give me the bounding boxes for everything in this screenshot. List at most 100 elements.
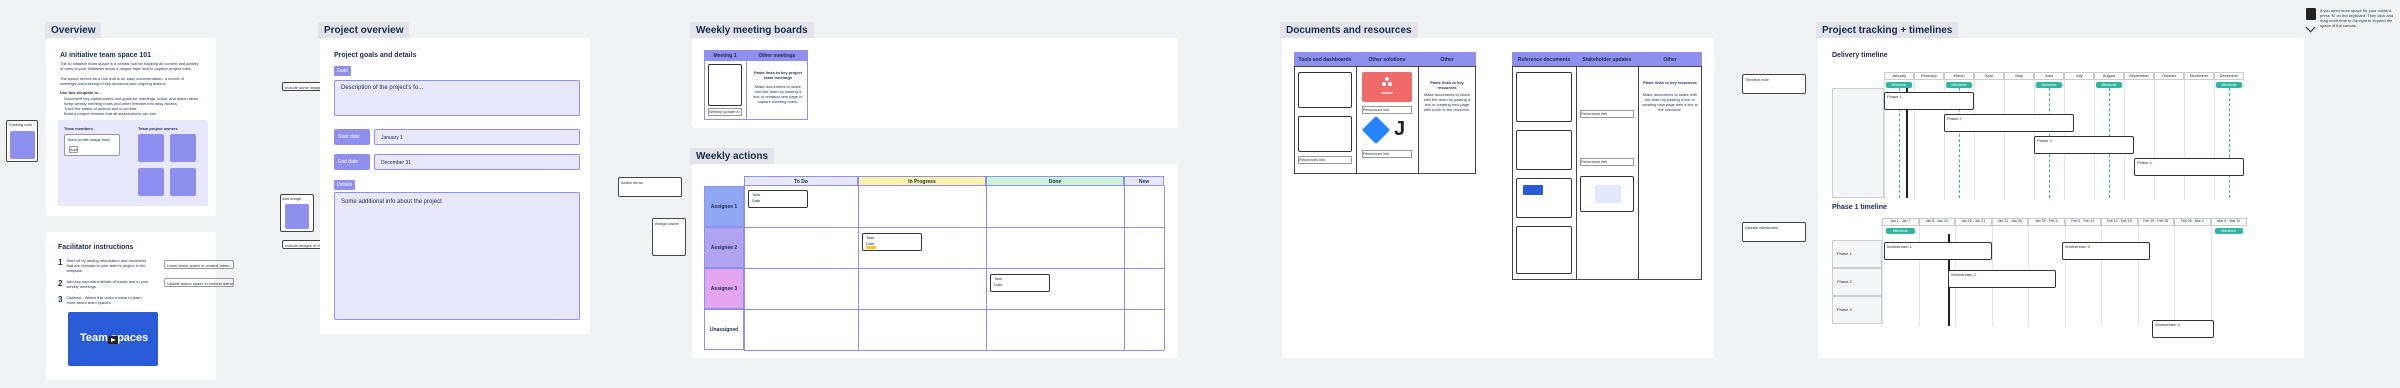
meeting-card-title: Paste links to key project team meetings: [753, 70, 803, 80]
resource-link[interactable]: Resources link: [1298, 156, 1352, 164]
details-text: Some additional info about the project: [341, 199, 442, 205]
doc-col-header: Other: [1418, 52, 1476, 66]
timeline-bar[interactable]: Phase 4: [2134, 158, 2244, 176]
month-header: July: [2064, 72, 2094, 80]
note-icon[interactable]: [2306, 8, 2316, 20]
task-card-label: Task: [866, 235, 875, 240]
kanban-col-header: In Progress: [858, 176, 986, 186]
owner-image[interactable]: [138, 168, 164, 196]
timeline-bar[interactable]: Phase 3: [2034, 136, 2134, 154]
meeting1-col-header: Meeting 1: [704, 50, 746, 60]
doc-card[interactable]: [1516, 72, 1572, 122]
resource-link[interactable]: Resources link: [1580, 158, 1634, 166]
details-field[interactable]: Some additional info about the project: [334, 192, 580, 320]
timeline-bar[interactable]: Workstream 1: [1884, 242, 1992, 260]
play-icon[interactable]: [108, 336, 118, 344]
milestone-marker[interactable]: Milestone: [1886, 228, 1915, 234]
kanban-row-header: Assignee 1: [704, 186, 744, 227]
team-members-label: Team members: [64, 126, 94, 131]
doc-col-header: Other: [1638, 52, 1702, 66]
kanban-col-header: To Do: [744, 176, 858, 186]
doc-card[interactable]: [1516, 226, 1572, 274]
kanban-board: To Do In Progress Done New Assignee 1 Assigne…: [704, 176, 1168, 352]
update-button[interactable]: Update action space in context menu: [164, 278, 234, 287]
bar-label: Workstream 4: [2155, 322, 2180, 327]
week-header: Jan 29 - Feb 4: [2028, 218, 2065, 226]
week-header: Jan 15 - Jan 21: [1955, 218, 1992, 226]
sticky-note[interactable]: Add image: [280, 194, 314, 232]
owner-image[interactable]: [170, 168, 196, 196]
end-label: End date: [338, 159, 359, 165]
doc-card[interactable]: [1516, 130, 1572, 170]
goal-field[interactable]: Description of the project's fo...: [334, 80, 580, 116]
task-card[interactable]: Task Date: [990, 274, 1050, 292]
doc-card[interactable]: [1516, 178, 1572, 218]
owner-image[interactable]: [138, 134, 164, 162]
task-card[interactable]: Task Date: [862, 233, 922, 251]
grid-line: [744, 350, 1164, 351]
sticky-note[interactable]: Timeline note: [1742, 74, 1806, 94]
overview-intro: The AI initiative team space is a centra…: [60, 61, 199, 71]
timeline-bar[interactable]: Workstream 3: [2062, 242, 2150, 260]
task-card[interactable]: Task Date: [748, 190, 808, 208]
start-label: Start date: [338, 134, 360, 140]
sticky-note[interactable]: Tracking note: [6, 120, 38, 162]
video-thumbnail[interactable]: Team spaces: [68, 312, 158, 366]
milestone-marker[interactable]: Milestone: [2214, 228, 2243, 234]
kanban-col-header: Done: [986, 176, 1124, 186]
grid-line: [858, 186, 859, 350]
grid-line: [744, 186, 745, 350]
end-date-field[interactable]: December 31: [374, 154, 580, 170]
doc-col-header: Reference documents: [1512, 52, 1576, 66]
kanban-row-header: Unassigned: [704, 309, 744, 350]
phase-row-label: Phase 2: [1832, 268, 1882, 296]
week-header: Feb 26 - Mar 4: [2174, 218, 2211, 226]
section-header-weekly-actions: Weekly actions: [690, 148, 775, 165]
doc-card[interactable]: [1298, 116, 1352, 152]
step-text: Optional - Watch this video tutorial to …: [66, 295, 142, 305]
start-date-field[interactable]: January 1: [374, 129, 580, 145]
sticky-note[interactable]: Update milestones: [1742, 222, 1806, 242]
tracking-panel: Delivery timeline January February March Ap…: [1818, 38, 2304, 358]
timeline-bar[interactable]: Workstream 2: [1948, 270, 2056, 288]
sticky-note[interactable]: Action items: [618, 177, 682, 197]
resource-link[interactable]: Resources link: [1362, 106, 1412, 114]
week-header: Feb 12 - Feb 18: [2101, 218, 2138, 226]
note-label: Update milestones: [1745, 225, 1779, 230]
week-header: Jan 8 - Jan 14: [1918, 218, 1955, 226]
bar-label: Phase 4: [2137, 160, 2152, 165]
doc-card[interactable]: [1298, 72, 1352, 108]
timeline-bar[interactable]: Phase 1: [1884, 92, 1974, 110]
week-header: Jan 22 - Jan 28: [1991, 218, 2028, 226]
timeline-bar[interactable]: Phase 2: [1944, 114, 2074, 132]
resource-link[interactable]: Resources link: [1362, 150, 1412, 158]
team-member-card[interactable]: Team profile image here Add: [64, 134, 120, 156]
divider: [1576, 66, 1577, 280]
details-tag: Details: [334, 180, 356, 190]
asana-label: asana: [1381, 90, 1393, 95]
step-number: 1: [58, 258, 63, 267]
learn-button[interactable]: Learn about space in context menu: [164, 260, 234, 269]
goal-tag: Goal: [334, 66, 351, 76]
section-header-overview: Overview: [45, 22, 102, 39]
start-date-value: January 1: [381, 135, 403, 141]
sticky-note[interactable]: Assign owner: [652, 218, 686, 256]
task-card-meta: Date: [752, 198, 761, 203]
doc-card[interactable]: [1580, 176, 1634, 212]
resource-link[interactable]: Resources link: [1580, 110, 1634, 118]
grid-line: [2137, 226, 2139, 326]
phase-timeline: Jan 1 - Jan 7 Jan 8 - Jan 14 Jan 15 - Jan …: [1832, 218, 2252, 350]
grid-line: [744, 309, 1164, 310]
add-button[interactable]: Add: [69, 146, 78, 153]
asana-tile[interactable]: asana: [1362, 72, 1412, 102]
timeline-bar[interactable]: Workstream 4: [2152, 320, 2214, 338]
step-number: 3: [58, 295, 63, 304]
bar-label: Workstream 2: [1951, 272, 1976, 277]
owner-image[interactable]: [170, 134, 196, 162]
meeting-page-card[interactable]: [708, 64, 742, 106]
end-date-value: December 31: [381, 160, 412, 166]
kanban-row-header: Assignee 2: [704, 227, 744, 268]
meeting-link[interactable]: Weekly update in context: [708, 108, 742, 116]
corner-instruction: If you need more space for your content,…: [2320, 8, 2394, 28]
start-label-box: Start date: [334, 129, 370, 145]
